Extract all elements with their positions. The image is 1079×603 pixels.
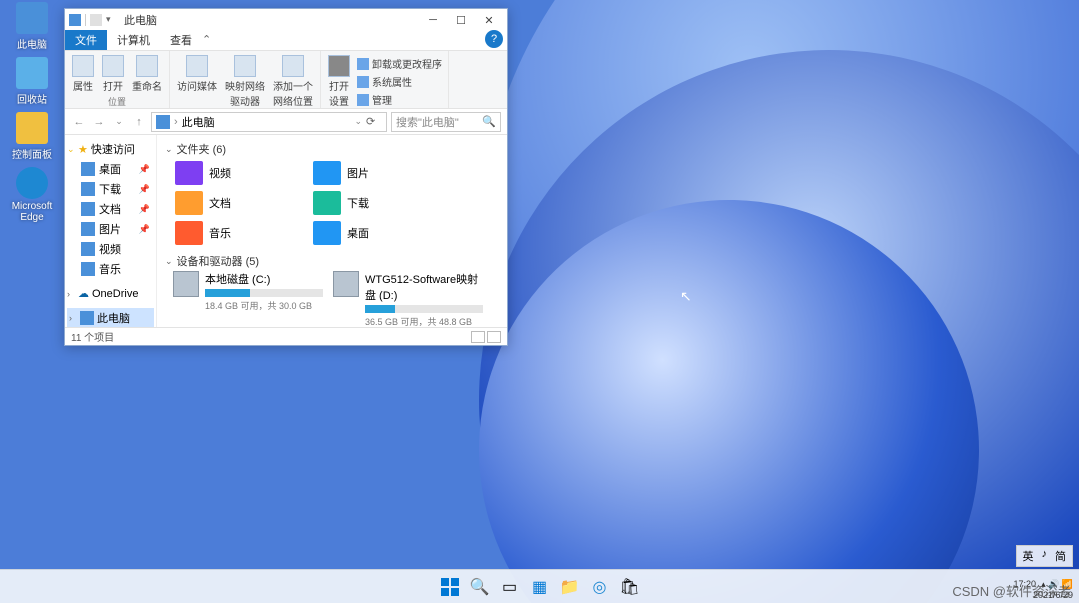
desktop-icon-thispc[interactable]: 此电脑 — [4, 2, 60, 51]
taskview-icon[interactable]: ▭ — [500, 577, 520, 597]
ribbon-mapdrive[interactable]: 映射网络 驱动器 — [222, 53, 268, 110]
tab-computer[interactable]: 计算机 — [107, 30, 160, 50]
nav-item-documents[interactable]: 文档📌 — [67, 199, 154, 219]
pin-icon: 📌 — [139, 224, 150, 235]
desktop-icon-recyclebin[interactable]: 回收站 — [4, 57, 60, 106]
view-large[interactable] — [487, 331, 501, 343]
ime-bar[interactable]: 英♪简 — [1016, 545, 1074, 567]
nav-pane: ⌄★快速访问 桌面📌 下载📌 文档📌 图片📌 视频 音乐 ›☁OneDrive … — [65, 135, 157, 327]
qa-btn[interactable] — [90, 14, 102, 26]
folder-downloads[interactable]: 下载 — [311, 189, 441, 217]
content-pane: ⌄文件夹 (6) 视频 图片 文档 下载 音乐 桌面 ⌄设备和驱动器 (5) 本… — [157, 135, 507, 327]
ribbon-collapse[interactable]: ⌃ — [202, 33, 211, 46]
titlebar[interactable]: ▾ 此电脑 ─ ☐ ✕ — [65, 9, 507, 31]
tab-file[interactable]: 文件 — [65, 30, 107, 50]
ribbon-open[interactable]: 打开 — [99, 53, 127, 95]
pc-icon — [156, 115, 170, 129]
path-segment[interactable]: 此电脑 — [182, 114, 215, 130]
folder-desktop[interactable]: 桌面 — [311, 219, 441, 247]
help-button[interactable]: ? — [485, 30, 503, 48]
close-button[interactable]: ✕ — [475, 9, 503, 31]
watermark: CSDN @软件资深者 — [952, 581, 1071, 600]
ribbon-uninstall[interactable]: 卸载或更改程序 — [355, 55, 444, 72]
nav-item-desktop[interactable]: 桌面📌 — [67, 159, 154, 179]
desktop-icons: 此电脑 回收站 控制面板 Microsoft Edge — [4, 2, 60, 223]
ribbon-media[interactable]: 访问媒体 — [174, 53, 220, 110]
taskbar: 🔍 ▭ ▦ 📁 ◎ 🛍 17:20 ▴ 🔊 📶 2021/6/29 — [0, 569, 1079, 603]
ribbon-properties[interactable]: 属性 — [69, 53, 97, 95]
qa-separator — [85, 14, 86, 26]
nav-forward[interactable]: → — [91, 116, 107, 128]
drive-icon — [173, 271, 199, 297]
nav-onedrive[interactable]: ›☁OneDrive — [67, 285, 154, 302]
status-text: 11 个项目 — [71, 329, 114, 344]
qa-caret[interactable]: ▾ — [106, 14, 118, 26]
section-drives[interactable]: ⌄设备和驱动器 (5) — [165, 253, 499, 269]
ribbon-settings[interactable]: 打开 设置 — [325, 53, 353, 110]
path-dropdown[interactable]: ⌄ — [354, 116, 362, 127]
nav-item-videos[interactable]: 视频 — [67, 239, 154, 259]
view-details[interactable] — [471, 331, 485, 343]
folder-documents[interactable]: 文档 — [173, 189, 303, 217]
pin-icon: 📌 — [139, 184, 150, 195]
drive-c[interactable]: 本地磁盘 (C:)18.4 GB 可用，共 30.0 GB — [173, 271, 323, 327]
path-box[interactable]: › 此电脑 ⌄ ⟳ — [151, 112, 387, 132]
folder-videos[interactable]: 视频 — [173, 159, 303, 187]
folder-music[interactable]: 音乐 — [173, 219, 303, 247]
explorer-window: ▾ 此电脑 ─ ☐ ✕ 文件 计算机 查看 ⌃ ? 属性 打开 重命名 位置 访… — [64, 8, 508, 346]
section-folders[interactable]: ⌄文件夹 (6) — [165, 141, 499, 157]
search-box[interactable]: 搜索"此电脑" 🔍 — [391, 112, 501, 132]
address-bar: ← → ⌄ ↑ › 此电脑 ⌄ ⟳ 搜索"此电脑" 🔍 — [65, 109, 507, 135]
pc-icon — [69, 14, 81, 26]
maximize-button[interactable]: ☐ — [447, 9, 475, 31]
pin-icon: 📌 — [139, 204, 150, 215]
nav-item-music[interactable]: 音乐 — [67, 259, 154, 279]
cursor-icon: ↖ — [680, 288, 692, 305]
refresh-button[interactable]: ⟳ — [366, 115, 382, 128]
folder-pictures[interactable]: 图片 — [311, 159, 441, 187]
store-icon[interactable]: 🛍 — [620, 577, 640, 597]
drive-icon — [333, 271, 359, 297]
nav-back[interactable]: ← — [71, 116, 87, 128]
pin-icon: 📌 — [139, 164, 150, 175]
edge-icon[interactable]: ◎ — [590, 577, 610, 597]
desktop-icon-edge[interactable]: Microsoft Edge — [4, 167, 60, 223]
ribbon-addloc[interactable]: 添加一个 网络位置 — [270, 53, 316, 110]
nav-up[interactable]: ↑ — [131, 116, 147, 128]
tab-view[interactable]: 查看 — [160, 30, 202, 50]
nav-thispc[interactable]: ›此电脑 — [67, 308, 154, 327]
ribbon-rename[interactable]: 重命名 — [129, 53, 165, 95]
nav-item-downloads[interactable]: 下载📌 — [67, 179, 154, 199]
desktop-icon-controlpanel[interactable]: 控制面板 — [4, 112, 60, 161]
ribbon-sysprops[interactable]: 系统属性 — [355, 73, 444, 90]
ribbon-group-location: 位置 — [108, 95, 126, 108]
ribbon-manage[interactable]: 管理 — [355, 91, 444, 108]
ribbon-tabs: 文件 计算机 查看 ⌃ ? — [65, 31, 507, 51]
search-icon: 🔍 — [482, 115, 496, 128]
nav-recent[interactable]: ⌄ — [111, 116, 127, 127]
window-title: 此电脑 — [124, 12, 157, 28]
widgets-icon[interactable]: ▦ — [530, 577, 550, 597]
search-icon[interactable]: 🔍 — [470, 577, 490, 597]
nav-item-pictures[interactable]: 图片📌 — [67, 219, 154, 239]
status-bar: 11 个项目 — [65, 327, 507, 345]
drive-d[interactable]: WTG512-Software映射盘 (D:)36.5 GB 可用，共 48.8… — [333, 271, 483, 327]
minimize-button[interactable]: ─ — [419, 9, 447, 31]
ribbon: 属性 打开 重命名 位置 访问媒体 映射网络 驱动器 添加一个 网络位置 网络 … — [65, 51, 507, 109]
start-button[interactable] — [440, 577, 460, 597]
explorer-icon[interactable]: 📁 — [560, 577, 580, 597]
nav-quick[interactable]: ⌄★快速访问 — [67, 139, 154, 159]
